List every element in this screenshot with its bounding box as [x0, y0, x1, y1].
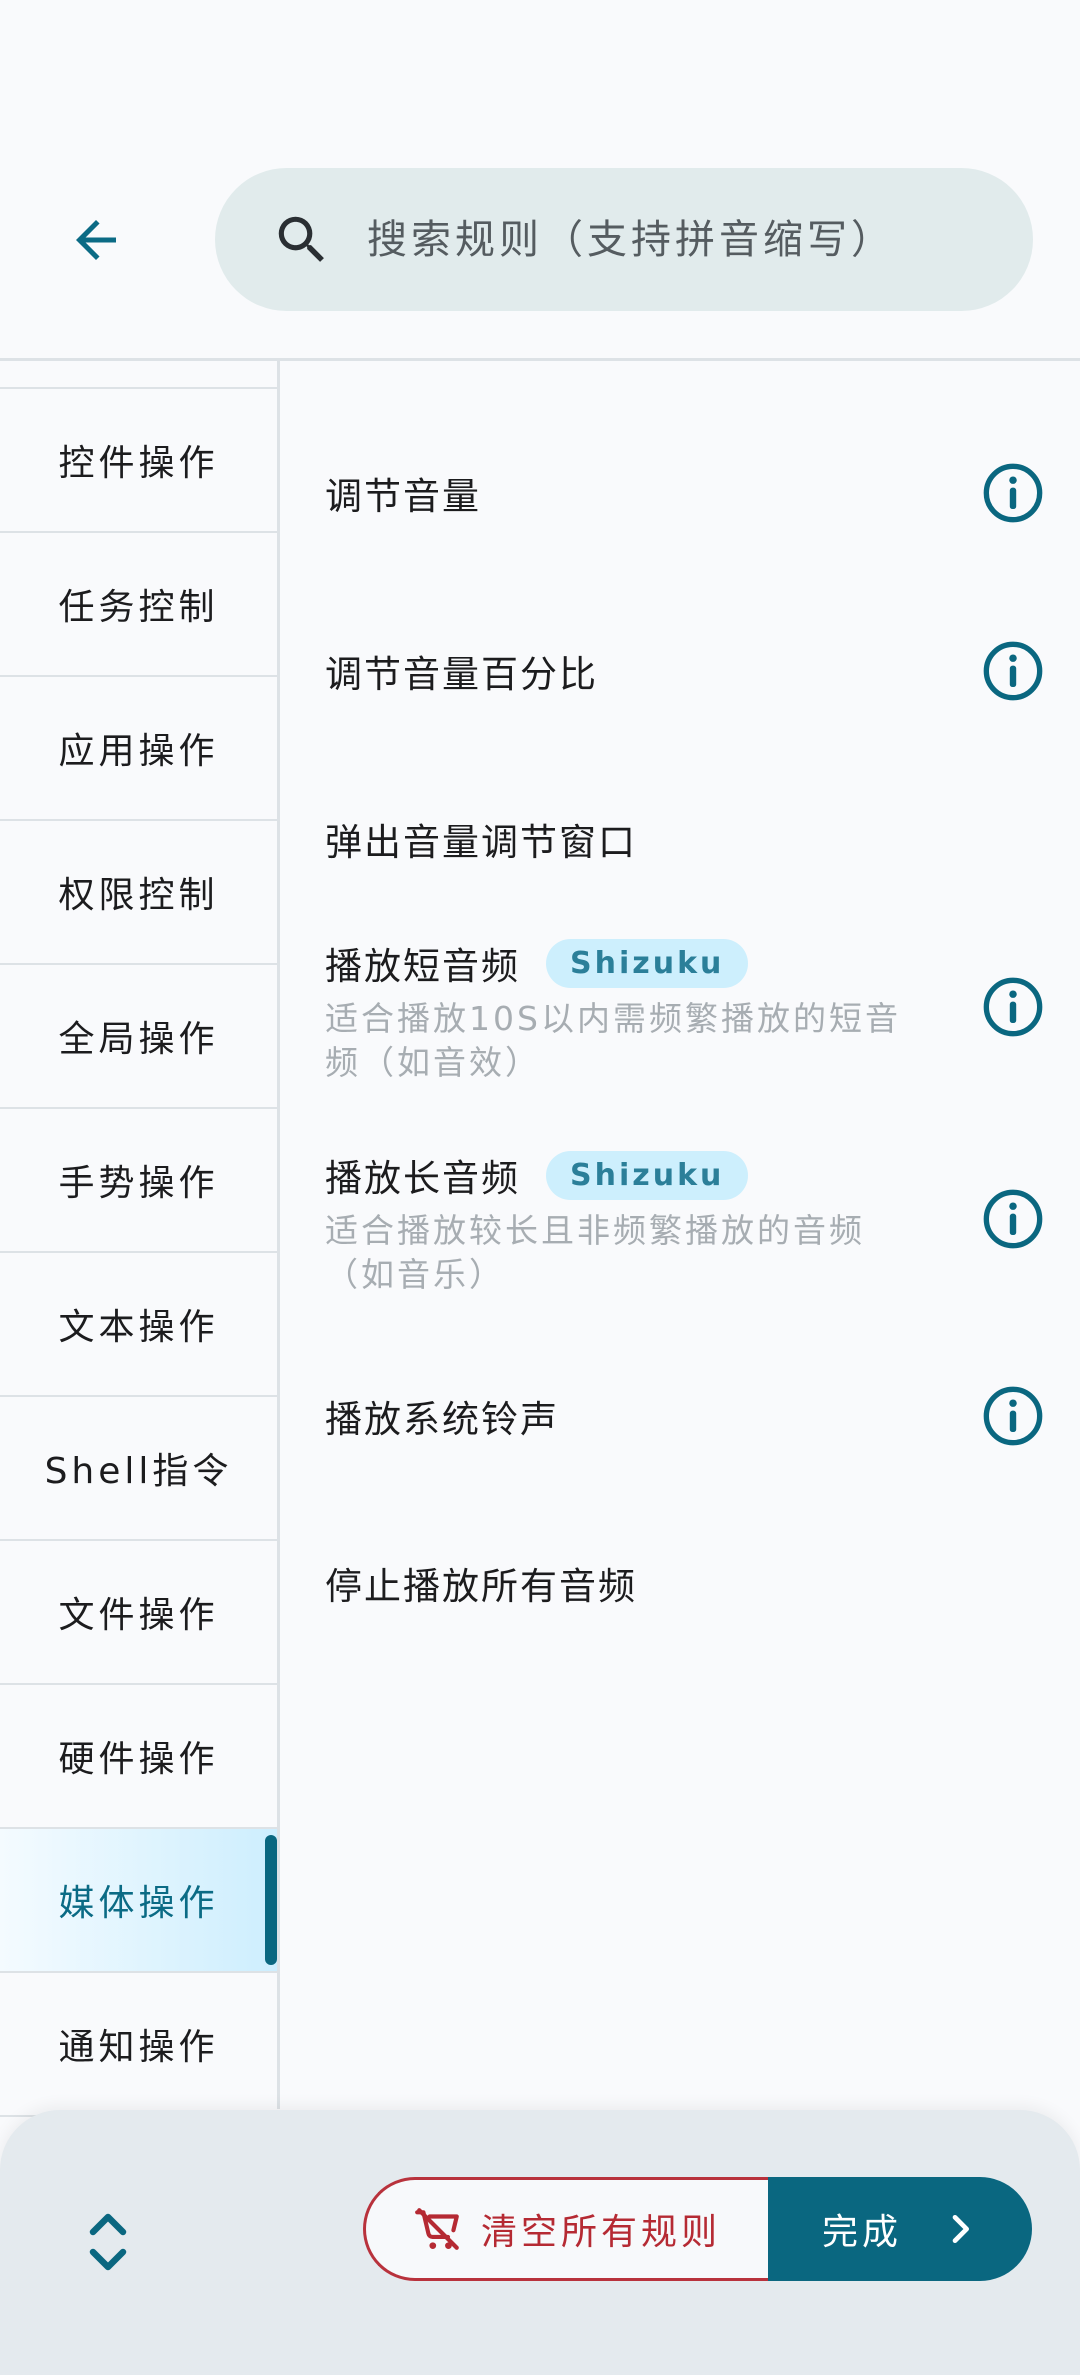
- category-sidebar: 控件操作 任务控制 应用操作 权限控制 全局操作 手势操作 文本操作 Shell…: [0, 361, 280, 2117]
- sidebar-item-label: 任务控制: [58, 587, 219, 628]
- rule-title: 播放系统铃声: [325, 1398, 559, 1441]
- sidebar-item-label: 手势操作: [58, 1163, 219, 1204]
- sidebar-item-label: 控件操作: [58, 443, 219, 484]
- sidebar-item-label: 媒体操作: [58, 1883, 219, 1924]
- shizuku-badge: Shizuku: [546, 938, 749, 988]
- sidebar-item-widget-ops[interactable]: 控件操作: [0, 389, 277, 533]
- list-item[interactable]: 停止播放所有音频: [325, 1543, 1045, 1623]
- expand-collapse-button[interactable]: [70, 2202, 146, 2282]
- info-icon[interactable]: [981, 461, 1045, 525]
- sidebar-item-file-ops[interactable]: 文件操作: [0, 1541, 277, 1685]
- rule-title: 调节音量: [325, 475, 481, 518]
- sidebar-item-text-ops[interactable]: 文本操作: [0, 1253, 277, 1397]
- header: [0, 0, 1080, 361]
- list-item[interactable]: 调节音量: [325, 453, 1045, 533]
- sidebar-item-label: 权限控制: [58, 875, 219, 916]
- rule-title: 停止播放所有音频: [325, 1565, 637, 1608]
- unfold-icon: [89, 2213, 127, 2271]
- sidebar-item-shell[interactable]: Shell指令: [0, 1397, 277, 1541]
- bottom-action-bar: 清空所有规则 完成: [0, 2110, 1080, 2375]
- info-icon[interactable]: [981, 1187, 1045, 1251]
- sidebar-item-permission-control[interactable]: 权限控制: [0, 821, 277, 965]
- shizuku-badge: Shizuku: [546, 1150, 749, 1200]
- sidebar-item-hardware-ops[interactable]: 硬件操作: [0, 1685, 277, 1829]
- list-item[interactable]: 弹出音量调节窗口: [325, 799, 1045, 879]
- list-item[interactable]: 播放短音频 Shizuku 适合播放10S以内需频繁播放的短音频（如音效）: [325, 935, 1045, 1105]
- sidebar-item-label: 文件操作: [58, 1595, 219, 1636]
- sidebar-item-label: 通知操作: [58, 2027, 219, 2068]
- sidebar-item-label: Shell指令: [44, 1451, 233, 1492]
- rule-title: 调节音量百分比: [325, 653, 598, 696]
- info-icon[interactable]: [981, 975, 1045, 1039]
- sidebar-item-global-ops[interactable]: 全局操作: [0, 965, 277, 1109]
- rule-description: 适合播放较长且非频繁播放的音频（如音乐）: [325, 1211, 865, 1294]
- arrow-left-icon: [76, 220, 116, 260]
- sidebar-item-label: 应用操作: [58, 731, 219, 772]
- chevron-right-icon: [952, 2215, 970, 2243]
- back-button[interactable]: [52, 196, 140, 284]
- done-button[interactable]: 完成: [768, 2177, 1032, 2281]
- search-input[interactable]: [365, 215, 969, 264]
- rule-title: 弹出音量调节窗口: [325, 821, 637, 864]
- rule-title: 播放长音频: [325, 1157, 520, 1200]
- list-item[interactable]: 播放系统铃声: [325, 1376, 1045, 1456]
- info-icon[interactable]: [981, 639, 1045, 703]
- rule-title: 播放短音频: [325, 945, 520, 988]
- sidebar-item-label: 硬件操作: [58, 1739, 219, 1780]
- remove-cart-icon: [415, 2208, 459, 2250]
- sidebar-item-label: 全局操作: [58, 1019, 219, 1060]
- rule-picker-screen: 控件操作 任务控制 应用操作 权限控制 全局操作 手势操作 文本操作 Shell…: [0, 0, 1080, 2375]
- rule-description: 适合播放10S以内需频繁播放的短音频（如音效）: [325, 999, 901, 1082]
- list-item[interactable]: 播放长音频 Shizuku 适合播放较长且非频繁播放的音频（如音乐）: [325, 1147, 1045, 1317]
- sidebar-item-label: 文本操作: [58, 1307, 219, 1348]
- info-icon[interactable]: [981, 1384, 1045, 1448]
- search-bar[interactable]: [215, 168, 1033, 311]
- list-item[interactable]: 调节音量百分比: [325, 631, 1045, 711]
- search-icon: [267, 205, 337, 275]
- sidebar-item-media-ops[interactable]: 媒体操作: [0, 1829, 277, 1973]
- sidebar-item-gesture-ops[interactable]: 手势操作: [0, 1109, 277, 1253]
- sidebar-item-notification-ops[interactable]: 通知操作: [0, 1973, 277, 2117]
- active-indicator: [265, 1835, 277, 1965]
- sidebar-item-task-control[interactable]: 任务控制: [0, 533, 277, 677]
- sidebar-item-partial: [0, 361, 277, 389]
- clear-all-rules-label: 清空所有规则: [480, 2212, 721, 2253]
- clear-all-rules-button[interactable]: 清空所有规则: [363, 2177, 768, 2281]
- done-label: 完成: [822, 2212, 903, 2253]
- sidebar-item-app-ops[interactable]: 应用操作: [0, 677, 277, 821]
